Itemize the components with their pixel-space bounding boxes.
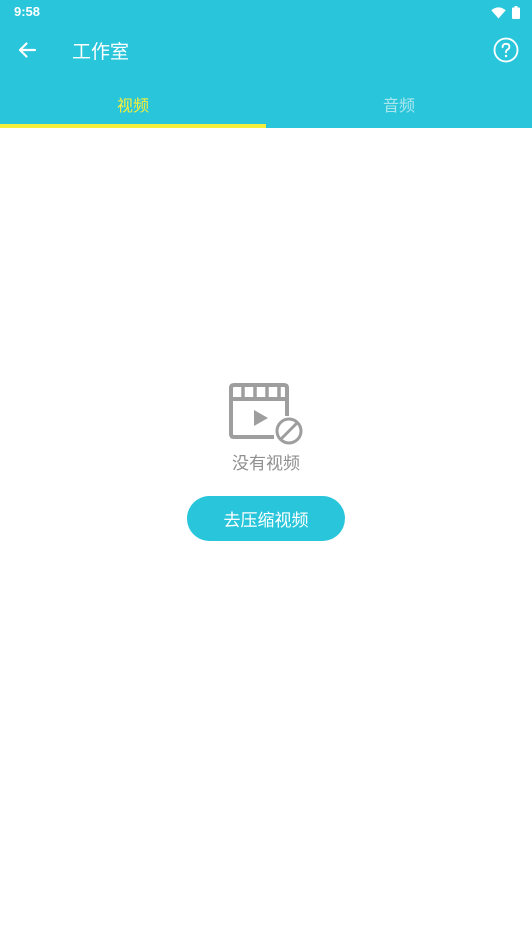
tab-audio-label: 音频 [382,96,415,115]
wifi-icon [491,4,506,23]
empty-state: 没有视频 去压缩视频 [0,380,532,541]
tab-video-label: 视频 [116,96,149,115]
toolbar: 工作室 [0,24,532,80]
empty-message: 没有视频 [232,454,300,474]
tab-audio[interactable]: 音频 [266,80,532,128]
compress-video-button[interactable]: 去压缩视频 [187,496,345,541]
battery-icon [512,4,520,23]
video-disabled-icon [228,380,304,448]
app-bar: 9:58 工作室 视频 音频 [0,0,532,128]
tab-video[interactable]: 视频 [0,80,266,128]
back-button[interactable] [12,37,42,67]
status-time: 9:58 [14,4,41,19]
tab-indicator [0,124,266,128]
page-title: 工作室 [72,41,130,63]
help-circle-icon [493,37,519,67]
status-icons [491,4,520,23]
app-screen: 9:58 工作室 视频 音频 没有视频 去压缩视频 [0,0,532,945]
help-button[interactable] [492,37,520,67]
arrow-left-icon [17,40,37,64]
compress-video-button-label: 去压缩视频 [223,511,309,531]
status-bar: 9:58 [0,0,532,24]
tab-bar: 视频 音频 [0,80,532,128]
